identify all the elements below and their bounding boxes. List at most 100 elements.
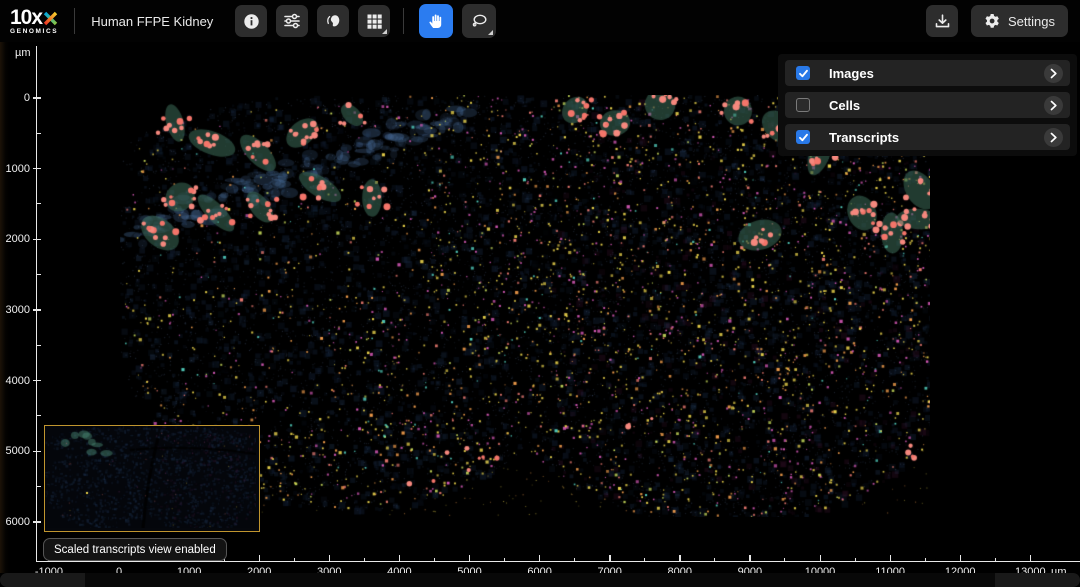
chevron-right-icon bbox=[1049, 68, 1058, 79]
status-toast: Scaled transcripts view enabled bbox=[43, 538, 227, 561]
tissue-view-button[interactable] bbox=[317, 5, 349, 37]
y-axis-tick-label: 0 bbox=[0, 92, 30, 104]
toolbar-divider bbox=[74, 8, 75, 34]
app-window: 10x GENOMICS Human FFPE Kidn bbox=[0, 0, 1080, 587]
settings-label: Settings bbox=[1008, 14, 1055, 29]
checkmark-icon bbox=[798, 68, 809, 79]
y-axis-minor-tick bbox=[36, 133, 41, 134]
x-axis-major-tick bbox=[539, 555, 540, 562]
horizontal-scrollbar-thumb[interactable] bbox=[85, 573, 995, 587]
y-axis-minor-tick bbox=[36, 415, 41, 416]
dropdown-caret-icon bbox=[488, 30, 493, 35]
y-axis-major-tick bbox=[33, 309, 41, 310]
y-axis-major-tick bbox=[33, 451, 41, 452]
gear-icon bbox=[984, 13, 1000, 29]
minimap[interactable] bbox=[44, 425, 260, 532]
y-axis-minor-tick bbox=[36, 345, 41, 346]
layer-expand-button[interactable] bbox=[1044, 64, 1063, 83]
y-axis-major-tick bbox=[33, 521, 41, 522]
y-axis-tick-label: 1000 bbox=[0, 163, 30, 175]
y-axis-tick-label: 3000 bbox=[0, 304, 30, 316]
x-axis-major-tick bbox=[609, 555, 610, 562]
x-axis-minor-tick bbox=[995, 558, 996, 562]
layer-label: Cells bbox=[829, 98, 860, 113]
chevron-right-icon bbox=[1049, 132, 1058, 143]
layer-checkbox-images[interactable] bbox=[796, 66, 810, 80]
x-axis-minor-tick bbox=[925, 558, 926, 562]
checkmark-icon bbox=[798, 132, 809, 143]
layer-row-cells[interactable]: Cells bbox=[785, 92, 1070, 118]
tissue-icon bbox=[324, 12, 342, 30]
y-axis-major-tick bbox=[33, 168, 41, 169]
logo-subtext: GENOMICS bbox=[10, 29, 58, 36]
grid-icon bbox=[366, 13, 383, 30]
y-axis-minor-tick bbox=[36, 203, 41, 204]
x-axis-minor-tick bbox=[714, 558, 715, 562]
y-axis-minor-tick bbox=[36, 274, 41, 275]
x-axis-minor-tick bbox=[504, 558, 505, 562]
layer-expand-button[interactable] bbox=[1044, 96, 1063, 115]
chevron-right-icon bbox=[1049, 100, 1058, 111]
x-axis-major-tick bbox=[749, 555, 750, 562]
toolbar: 10x GENOMICS Human FFPE Kidn bbox=[0, 0, 1080, 42]
x-axis-major-tick bbox=[399, 555, 400, 562]
adjustments-icon bbox=[283, 12, 301, 30]
x-axis-major-tick bbox=[960, 555, 961, 562]
dataset-title: Human FFPE Kidney bbox=[91, 14, 213, 29]
grid-view-button[interactable] bbox=[358, 5, 390, 37]
x-axis-minor-tick bbox=[294, 558, 295, 562]
download-button[interactable] bbox=[926, 5, 958, 37]
y-axis-tick-label: 6000 bbox=[0, 516, 30, 528]
y-axis-line bbox=[36, 46, 37, 562]
y-axis-minor-tick bbox=[36, 486, 41, 487]
x-axis-minor-tick bbox=[364, 558, 365, 562]
lasso-tool-button[interactable] bbox=[462, 4, 496, 38]
x-axis-minor-tick bbox=[434, 558, 435, 562]
x-axis-major-tick bbox=[329, 555, 330, 562]
10x-genomics-logo: 10x GENOMICS bbox=[10, 7, 58, 36]
adjustments-button[interactable] bbox=[276, 5, 308, 37]
layer-row-images[interactable]: Images bbox=[785, 60, 1070, 86]
horizontal-scrollbar-track[interactable] bbox=[0, 573, 1080, 587]
x-axis-major-tick bbox=[469, 555, 470, 562]
y-axis-major-tick bbox=[33, 239, 41, 240]
x-axis-major-tick bbox=[679, 555, 680, 562]
pan-tool-button[interactable] bbox=[419, 4, 453, 38]
info-button[interactable] bbox=[235, 5, 267, 37]
logo-x-icon bbox=[43, 11, 58, 26]
toolbar-left-group bbox=[235, 5, 390, 37]
status-toast-text: Scaled transcripts view enabled bbox=[54, 544, 216, 556]
y-axis-tick-label: 4000 bbox=[0, 375, 30, 387]
layer-checkbox-cells[interactable] bbox=[796, 98, 810, 112]
lasso-icon bbox=[470, 12, 489, 31]
x-axis-minor-tick bbox=[855, 558, 856, 562]
logo-text: 10x bbox=[10, 7, 42, 28]
x-axis-minor-tick bbox=[574, 558, 575, 562]
x-axis-major-tick bbox=[820, 555, 821, 562]
y-axis-tick-label: 5000 bbox=[0, 445, 30, 457]
x-axis-major-tick bbox=[890, 555, 891, 562]
x-axis-major-tick bbox=[259, 555, 260, 562]
x-axis-major-tick bbox=[1030, 555, 1031, 562]
layer-label: Images bbox=[829, 66, 874, 81]
layer-checkbox-transcripts[interactable] bbox=[796, 130, 810, 144]
layer-expand-button[interactable] bbox=[1044, 128, 1063, 147]
toolbar-divider bbox=[403, 8, 404, 34]
x-axis-line bbox=[36, 561, 1080, 562]
minimap-canvas bbox=[45, 426, 256, 528]
layer-row-transcripts[interactable]: Transcripts bbox=[785, 124, 1070, 150]
pan-hand-icon bbox=[427, 12, 445, 30]
layer-label: Transcripts bbox=[829, 130, 899, 145]
main-viewport: -100001000200030004000500060007000800090… bbox=[0, 42, 1080, 587]
y-axis-tick-label: 2000 bbox=[0, 233, 30, 245]
y-axis-unit-label: µm bbox=[15, 47, 31, 59]
download-icon bbox=[934, 13, 951, 30]
y-axis-major-tick bbox=[33, 380, 41, 381]
layers-panel: Images Cells Transcripts bbox=[778, 54, 1077, 156]
toolbar-tools-group bbox=[419, 4, 496, 38]
settings-button[interactable]: Settings bbox=[971, 5, 1068, 37]
y-axis-major-tick bbox=[33, 97, 41, 98]
info-icon bbox=[243, 13, 260, 30]
dropdown-caret-icon bbox=[382, 29, 387, 34]
x-axis-minor-tick bbox=[784, 558, 785, 562]
